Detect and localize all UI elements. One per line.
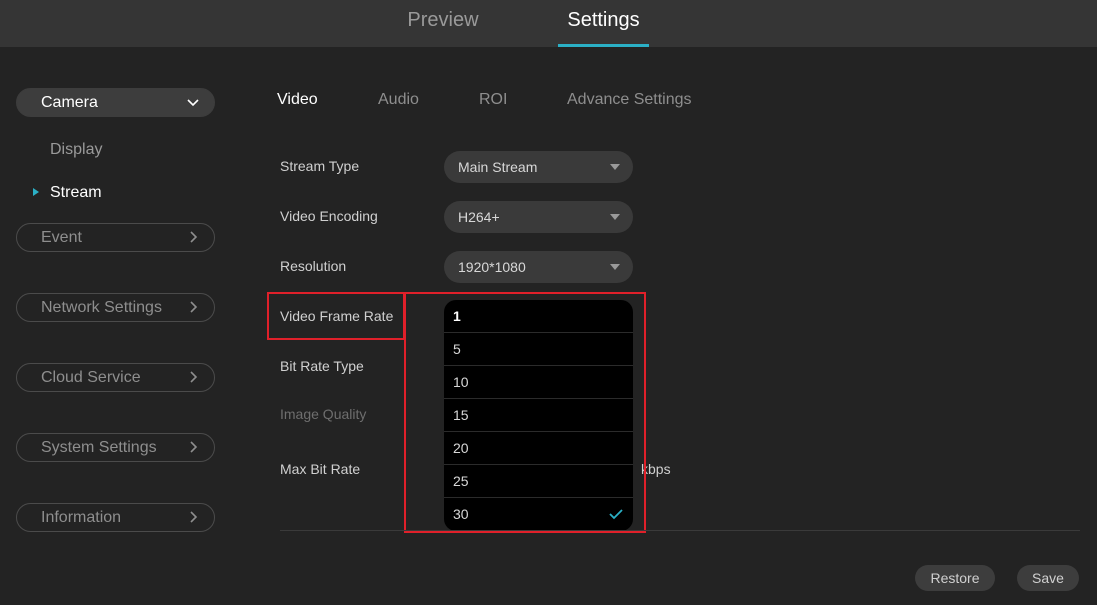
dropdown-arrow-icon: [610, 164, 620, 170]
frame-rate-option[interactable]: 10: [444, 366, 633, 399]
stream-type-select[interactable]: Main Stream: [444, 151, 633, 183]
resolution-select[interactable]: 1920*1080: [444, 251, 633, 283]
sidebar-group-system-settings[interactable]: System Settings: [16, 433, 215, 462]
chevron-right-icon: [190, 301, 198, 313]
sidebar-group-network-settings[interactable]: Network Settings: [16, 293, 215, 322]
checkmark-icon: [609, 509, 623, 520]
select-value: H264+: [458, 209, 500, 225]
caret-right-icon: [33, 188, 39, 196]
frame-rate-option-selected[interactable]: 30: [444, 498, 633, 531]
frame-rate-option[interactable]: 1: [444, 300, 633, 333]
sidebar-group-camera[interactable]: Camera: [16, 88, 215, 117]
frame-rate-option[interactable]: 20: [444, 432, 633, 465]
sidebar-group-event[interactable]: Event: [16, 223, 215, 252]
restore-button[interactable]: Restore: [915, 565, 995, 591]
max-bit-rate-label: Max Bit Rate: [280, 461, 361, 477]
sidebar-group-label: Cloud Service: [41, 369, 141, 386]
sidebar-group-information[interactable]: Information: [16, 503, 215, 532]
subtab-video[interactable]: Video: [277, 91, 318, 109]
video-encoding-label: Video Encoding: [280, 208, 378, 224]
chevron-right-icon: [190, 231, 198, 243]
dropdown-arrow-icon: [610, 214, 620, 220]
sidebar-group-label: Information: [41, 509, 122, 526]
sidebar-group-cloud-service[interactable]: Cloud Service: [16, 363, 215, 392]
top-navigation-bar: Preview Settings: [0, 0, 1097, 47]
sidebar-group-label: Event: [41, 229, 82, 246]
stream-type-label: Stream Type: [280, 158, 360, 174]
bit-rate-type-label: Bit Rate Type: [280, 358, 364, 374]
chevron-down-icon: [187, 99, 199, 107]
max-bit-rate-unit: kbps: [641, 461, 671, 477]
frame-rate-option[interactable]: 25: [444, 465, 633, 498]
select-value: 1920*1080: [458, 259, 526, 275]
divider: [280, 530, 1080, 531]
chevron-right-icon: [190, 371, 198, 383]
chevron-right-icon: [190, 441, 198, 453]
sidebar-item-display[interactable]: Display: [50, 141, 102, 159]
subtab-audio[interactable]: Audio: [378, 91, 419, 109]
select-value: Main Stream: [458, 159, 538, 175]
resolution-label: Resolution: [280, 258, 347, 274]
sidebar-item-label: Stream: [50, 184, 102, 201]
sidebar-group-label: System Settings: [41, 439, 157, 456]
sidebar-item-stream[interactable]: Stream: [33, 184, 102, 202]
dropdown-arrow-icon: [610, 264, 620, 270]
sidebar-group-label: Network Settings: [41, 299, 162, 316]
image-quality-label: Image Quality: [280, 406, 367, 422]
subtab-advance-settings[interactable]: Advance Settings: [567, 91, 692, 109]
video-encoding-select[interactable]: H264+: [444, 201, 633, 233]
subtab-roi[interactable]: ROI: [479, 91, 507, 109]
chevron-right-icon: [190, 511, 198, 523]
video-frame-rate-label: Video Frame Rate: [280, 308, 394, 324]
sidebar-group-label: Camera: [41, 94, 98, 111]
tab-settings[interactable]: Settings: [558, 0, 649, 47]
frame-rate-option-label: 30: [453, 506, 469, 522]
save-button[interactable]: Save: [1017, 565, 1079, 591]
video-frame-rate-dropdown[interactable]: 1 5 10 15 20 25 30: [444, 300, 633, 531]
sidebar-item-label: Display: [50, 141, 103, 158]
frame-rate-option[interactable]: 5: [444, 333, 633, 366]
frame-rate-option[interactable]: 15: [444, 399, 633, 432]
tab-preview[interactable]: Preview: [398, 0, 488, 47]
